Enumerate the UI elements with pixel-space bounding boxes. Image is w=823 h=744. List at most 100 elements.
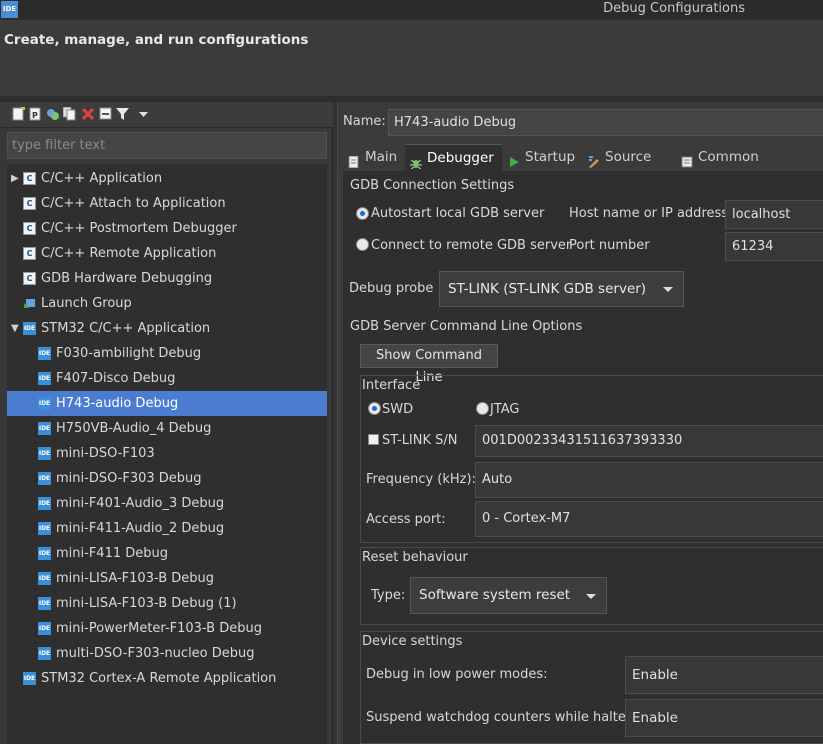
- reset-type-select[interactable]: Software system reset: [410, 577, 607, 614]
- host-field[interactable]: localhost: [725, 200, 823, 229]
- export-icon[interactable]: [46, 107, 59, 121]
- tree-item-label: mini-DSO-F103: [56, 446, 155, 461]
- collapse-arrow-icon[interactable]: ▼: [11, 316, 21, 341]
- swd-radio[interactable]: [368, 402, 381, 415]
- frequency-label: Frequency (kHz):: [366, 472, 476, 487]
- tree-item[interactable]: IDE mini-F411-Audio_2 Debug: [7, 516, 327, 541]
- c-icon: C: [23, 172, 36, 185]
- tree-item[interactable]: IDE F407-Disco Debug: [7, 366, 327, 391]
- tree-item[interactable]: IDE STM32 Cortex-A Remote Application: [7, 666, 327, 691]
- chevron-down-icon: [663, 287, 673, 292]
- delete-icon[interactable]: [81, 107, 95, 121]
- tree-item-label: STM32 C/C++ Application: [41, 321, 211, 336]
- main-tab-icon: [348, 151, 360, 169]
- tab-common[interactable]: Common: [676, 144, 776, 171]
- tree-item-label: F407-Disco Debug: [56, 371, 176, 386]
- tree-item[interactable]: IDE mini-LISA-F103-B Debug (1): [7, 591, 327, 616]
- view-menu-icon[interactable]: [137, 107, 150, 121]
- configurations-toolbar: P: [0, 102, 333, 128]
- name-field[interactable]: H743-audio Debug: [388, 109, 823, 136]
- app-icon: IDE: [1, 1, 18, 18]
- debugger-tab-icon: [410, 152, 422, 170]
- stlink-sn-label: ST-LINK S/N: [382, 433, 458, 448]
- tree-item[interactable]: C C/C++ Postmortem Debugger: [7, 216, 327, 241]
- remote-radio[interactable]: [356, 238, 369, 251]
- new-prototype-icon[interactable]: P: [29, 107, 42, 121]
- c-icon: C: [23, 272, 36, 285]
- dialog-header: Create, manage, and run configurations: [0, 20, 823, 96]
- stlink-sn-field[interactable]: 001D00233431511637393330: [475, 425, 823, 457]
- tree-item[interactable]: IDE H750VB-Audio_4 Debug: [7, 416, 327, 441]
- ide-icon: IDE: [38, 647, 51, 660]
- show-command-line-button[interactable]: Show Command Line: [360, 344, 498, 385]
- tree-item[interactable]: ▶ C C/C++ Application: [7, 166, 327, 191]
- tree-item-label: mini-DSO-F303 Debug: [56, 471, 202, 486]
- frequency-field[interactable]: Auto: [475, 462, 823, 498]
- remote-label: Connect to remote GDB server: [371, 238, 572, 253]
- filter-icon[interactable]: [116, 107, 129, 121]
- access-port-label: Access port:: [366, 512, 446, 527]
- ide-icon: IDE: [38, 597, 51, 610]
- debug-probe-value: ST-LINK (ST-LINK GDB server): [448, 281, 647, 297]
- tree-item[interactable]: Launch Group: [7, 291, 327, 316]
- configurations-panel: P type filter text ▶ C C/C++ Application C C…: [0, 102, 333, 744]
- ide-icon: IDE: [38, 547, 51, 560]
- tree-item-label: mini-LISA-F103-B Debug (1): [56, 596, 237, 611]
- tree-item[interactable]: IDE mini-PowerMeter-F103-B Debug: [7, 616, 327, 641]
- low-power-label: Debug in low power modes:: [366, 667, 548, 682]
- tree-item-label: C/C++ Remote Application: [41, 246, 217, 261]
- tree-item-label: STM32 Cortex-A Remote Application: [41, 671, 277, 686]
- c-icon: C: [23, 197, 36, 210]
- tree-item-label: mini-LISA-F103-B Debug: [56, 571, 215, 586]
- collapse-all-icon[interactable]: [99, 107, 112, 121]
- debug-probe-select[interactable]: ST-LINK (ST-LINK GDB server): [439, 271, 684, 307]
- tree-item[interactable]: IDE H743-audio Debug: [7, 391, 327, 416]
- tree-item[interactable]: IDE mini-LISA-F103-B Debug: [7, 566, 327, 591]
- autostart-radio[interactable]: [356, 207, 369, 220]
- startup-tab-icon: [508, 151, 520, 167]
- tree-item[interactable]: C C/C++ Remote Application: [7, 241, 327, 266]
- watchdog-field[interactable]: Enable: [625, 699, 823, 737]
- ide-icon: IDE: [38, 497, 51, 510]
- tab-debugger[interactable]: Debugger: [405, 144, 502, 171]
- ide-icon: IDE: [38, 572, 51, 585]
- tab-startup[interactable]: Startup: [503, 144, 583, 171]
- tree-item-label: F030-ambilight Debug: [56, 346, 202, 361]
- common-tab-icon: [681, 151, 693, 168]
- swd-label: SWD: [382, 402, 414, 417]
- tree-item[interactable]: IDE mini-F411 Debug: [7, 541, 327, 566]
- tree-item[interactable]: IDE mini-DSO-F103: [7, 441, 327, 466]
- tree-item[interactable]: ▼ IDE STM32 C/C++ Application: [7, 316, 327, 341]
- tab-main[interactable]: Main: [343, 144, 405, 171]
- header-title: Create, manage, and run configurations: [4, 32, 309, 48]
- ide-icon: IDE: [38, 422, 51, 435]
- tree-item-label: C/C++ Application: [41, 171, 163, 186]
- expand-arrow-icon[interactable]: ▶: [11, 166, 21, 191]
- launch-group-icon: [23, 297, 36, 310]
- c-icon: C: [23, 222, 36, 235]
- tree-item[interactable]: C GDB Hardware Debugging: [7, 266, 327, 291]
- stlink-sn-checkbox[interactable]: [368, 434, 379, 445]
- ide-icon: IDE: [38, 372, 51, 385]
- tab-source[interactable]: Source: [583, 144, 671, 171]
- low-power-field[interactable]: Enable: [625, 656, 823, 694]
- jtag-radio[interactable]: [476, 402, 489, 415]
- watchdog-label: Suspend watchdog counters while halted:: [366, 710, 639, 725]
- window-title: Debug Configurations: [603, 1, 745, 16]
- tree-item[interactable]: IDE multi-DSO-F303-nucleo Debug: [7, 641, 327, 666]
- configurations-tree: ▶ C C/C++ Application C C/C++ Attach to Appl…: [7, 164, 327, 744]
- filter-input[interactable]: type filter text: [7, 132, 327, 159]
- tree-item[interactable]: IDE F030-ambilight Debug: [7, 341, 327, 366]
- ide-icon: IDE: [38, 622, 51, 635]
- tree-item-label: mini-F411-Audio_2 Debug: [56, 521, 225, 536]
- tree-item[interactable]: IDE mini-F401-Audio_3 Debug: [7, 491, 327, 516]
- tree-item[interactable]: C C/C++ Attach to Application: [7, 191, 327, 216]
- duplicate-icon[interactable]: [62, 106, 76, 121]
- new-config-icon[interactable]: [12, 106, 25, 121]
- ide-icon: IDE: [38, 472, 51, 485]
- reset-title: Reset behaviour: [362, 550, 468, 565]
- access-port-field[interactable]: 0 - Cortex-M7: [475, 501, 823, 537]
- ide-icon: IDE: [23, 672, 36, 685]
- tree-item[interactable]: IDE mini-DSO-F303 Debug: [7, 466, 327, 491]
- port-field[interactable]: 61234: [725, 232, 823, 261]
